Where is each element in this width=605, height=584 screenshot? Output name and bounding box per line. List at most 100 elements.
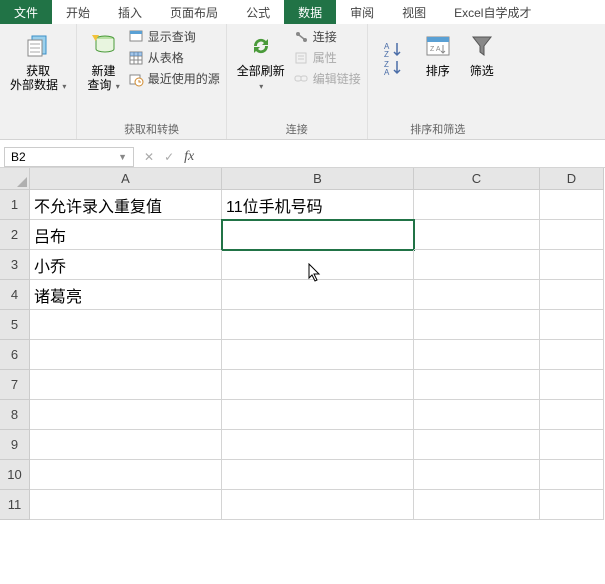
sort-button[interactable]: Z A 排序 <box>418 28 458 80</box>
row-header[interactable]: 8 <box>0 400 30 430</box>
tab-home[interactable]: 开始 <box>52 0 104 24</box>
cell-B10[interactable] <box>222 460 414 490</box>
col-header-A[interactable]: A <box>30 168 222 190</box>
properties-icon <box>293 50 309 66</box>
row-header[interactable]: 6 <box>0 340 30 370</box>
cell-D10[interactable] <box>540 460 604 490</box>
col-header-B[interactable]: B <box>222 168 414 190</box>
cell-C1[interactable] <box>414 190 540 220</box>
row-header[interactable]: 7 <box>0 370 30 400</box>
cell-D4[interactable] <box>540 280 604 310</box>
cells-area: 不允许录入重复值 11位手机号码 吕布 小乔 诸葛亮 <box>30 190 604 520</box>
cell-B7[interactable] <box>222 370 414 400</box>
cell-B5[interactable] <box>222 310 414 340</box>
cell-B1[interactable]: 11位手机号码 <box>222 190 414 220</box>
cell-C2[interactable] <box>414 220 540 250</box>
cell-B6[interactable] <box>222 340 414 370</box>
cell-C11[interactable] <box>414 490 540 520</box>
tab-insert[interactable]: 插入 <box>104 0 156 24</box>
cancel-icon: ✕ <box>144 150 154 164</box>
row-header[interactable]: 2 <box>0 220 30 250</box>
recent-sources-button[interactable]: 最近使用的源 <box>128 70 220 87</box>
name-box[interactable]: B2 ▼ <box>4 147 134 167</box>
cell-D8[interactable] <box>540 400 604 430</box>
recent-sources-label: 最近使用的源 <box>148 70 220 87</box>
ribbon: 获取 外部数据 ▾ 新建 查询 ▾ 显示查询 从表格 <box>0 24 605 140</box>
formula-input[interactable] <box>204 147 605 167</box>
column-headers: A B C D <box>30 168 604 190</box>
cell-D1[interactable] <box>540 190 604 220</box>
cell-C3[interactable] <box>414 250 540 280</box>
cell-C4[interactable] <box>414 280 540 310</box>
row-header[interactable]: 10 <box>0 460 30 490</box>
cell-C5[interactable] <box>414 310 540 340</box>
dropdown-icon: ▾ <box>259 82 263 91</box>
cell-A1[interactable]: 不允许录入重复值 <box>30 190 222 220</box>
tab-review[interactable]: 审阅 <box>336 0 388 24</box>
menu-tabs: 文件 开始 插入 页面布局 公式 数据 审阅 视图 Excel自学成才 <box>0 0 605 24</box>
cell-C8[interactable] <box>414 400 540 430</box>
connections-button[interactable]: 连接 <box>293 28 361 45</box>
col-header-D[interactable]: D <box>540 168 604 190</box>
col-header-C[interactable]: C <box>414 168 540 190</box>
select-all-button[interactable] <box>0 168 30 190</box>
row-header[interactable]: 3 <box>0 250 30 280</box>
row-header[interactable]: 5 <box>0 310 30 340</box>
cell-A8[interactable] <box>30 400 222 430</box>
row-header[interactable]: 9 <box>0 430 30 460</box>
tab-file[interactable]: 文件 <box>0 0 52 24</box>
group-label-sort-filter: 排序和筛选 <box>410 119 465 137</box>
cell-D3[interactable] <box>540 250 604 280</box>
tab-formulas[interactable]: 公式 <box>232 0 284 24</box>
cell-D7[interactable] <box>540 370 604 400</box>
cell-A4[interactable]: 诸葛亮 <box>30 280 222 310</box>
cell-D5[interactable] <box>540 310 604 340</box>
ribbon-group-sort-filter: AZ ZA Z A 排序 筛选 排序和筛选 <box>368 24 508 139</box>
svg-text:Z: Z <box>384 50 389 58</box>
filter-icon <box>466 30 498 62</box>
svg-text:A: A <box>384 68 390 76</box>
row-header[interactable]: 1 <box>0 190 30 220</box>
cell-A6[interactable] <box>30 340 222 370</box>
cell-A9[interactable] <box>30 430 222 460</box>
new-query-button[interactable]: 新建 查询 ▾ <box>83 28 123 96</box>
cell-A2[interactable]: 吕布 <box>30 220 222 250</box>
cell-D9[interactable] <box>540 430 604 460</box>
cell-A5[interactable] <box>30 310 222 340</box>
tab-data[interactable]: 数据 <box>284 0 336 24</box>
tab-view[interactable]: 视图 <box>388 0 440 24</box>
tab-custom[interactable]: Excel自学成才 <box>440 0 545 24</box>
row-header[interactable]: 11 <box>0 490 30 520</box>
row-header[interactable]: 4 <box>0 280 30 310</box>
cell-C6[interactable] <box>414 340 540 370</box>
filter-button[interactable]: 筛选 <box>462 28 502 80</box>
refresh-all-button[interactable]: 全部刷新▾ <box>233 28 289 96</box>
cell-A7[interactable] <box>30 370 222 400</box>
cell-B9[interactable] <box>222 430 414 460</box>
cell-A10[interactable] <box>30 460 222 490</box>
cell-C10[interactable] <box>414 460 540 490</box>
sort-az-button[interactable]: AZ ZA <box>374 28 414 82</box>
cell-B8[interactable] <box>222 400 414 430</box>
cell-B4[interactable] <box>222 280 414 310</box>
show-query-button[interactable]: 显示查询 <box>128 28 220 45</box>
cell-B11[interactable] <box>222 490 414 520</box>
get-external-data-button[interactable]: 获取 外部数据 ▾ <box>6 28 70 96</box>
cell-D2[interactable] <box>540 220 604 250</box>
tab-layout[interactable]: 页面布局 <box>156 0 232 24</box>
cell-B3[interactable] <box>222 250 414 280</box>
cell-A11[interactable] <box>30 490 222 520</box>
new-query-icon <box>88 30 120 62</box>
new-query-label: 新建 查询 <box>87 64 115 92</box>
cell-D6[interactable] <box>540 340 604 370</box>
from-table-button[interactable]: 从表格 <box>128 49 220 66</box>
cell-D11[interactable] <box>540 490 604 520</box>
cell-A3[interactable]: 小乔 <box>30 250 222 280</box>
formula-bar: B2 ▼ ✕ ✓ fx <box>0 140 605 168</box>
cell-C7[interactable] <box>414 370 540 400</box>
cell-C9[interactable] <box>414 430 540 460</box>
dropdown-icon: ▾ <box>116 82 120 91</box>
cell-B2[interactable] <box>222 220 414 250</box>
fx-icon[interactable]: fx <box>184 149 194 165</box>
name-box-dropdown-icon[interactable]: ▼ <box>118 152 127 162</box>
